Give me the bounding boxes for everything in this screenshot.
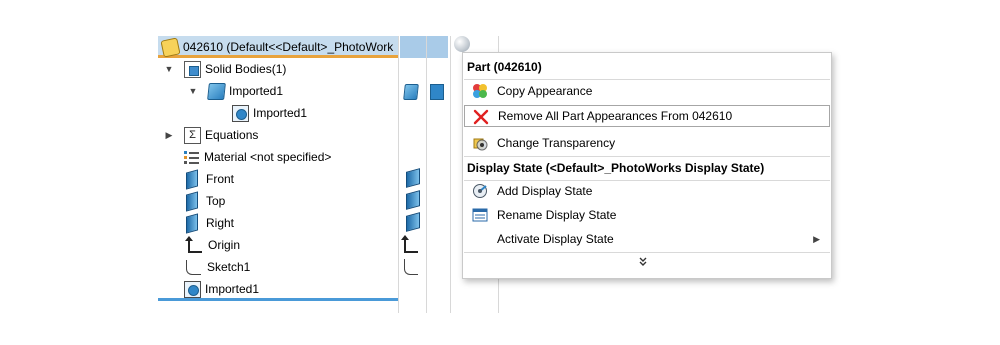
expand-chevron-icon[interactable]: ▼ [164,64,174,74]
body-appearance-icon[interactable] [403,84,419,100]
imported-body-icon [232,104,249,122]
menu-section-header-display-state: Display State (<Default>_PhotoWorks Disp… [467,161,765,175]
plane-icon [186,212,198,234]
menu-item-label: Remove All Part Appearances From 042610 [498,109,733,123]
menu-item-label: Copy Appearance [497,84,593,98]
column-divider [450,36,451,313]
plane-visibility-icon[interactable] [406,190,420,210]
tree-item-sketch1[interactable]: Sketch1 [186,256,250,278]
appearance-sphere-icon[interactable] [454,36,470,52]
imported-feature-icon [184,280,201,298]
origin-icon [185,235,202,253]
column-divider [426,36,427,313]
tree-item-right-plane[interactable]: Right [186,212,234,234]
tree-item-imported-feature[interactable]: Imported1 [184,278,259,300]
tree-item-label: Imported1 [229,84,284,98]
tree-item-label: Top [206,194,226,208]
menu-item-label: Activate Display State [497,232,614,246]
material-icon [184,149,200,165]
tree-item-label: Front [206,172,235,186]
tree-item-solid-bodies[interactable]: Solid Bodies(1) [184,58,286,80]
rename-display-state-icon [472,207,488,223]
transparency-icon [472,135,488,151]
plane-icon [186,190,198,212]
tree-item-front-plane[interactable]: Front [186,168,234,190]
context-menu: Part (042610) Copy Appearance Remove All… [462,52,832,279]
menu-item-remove-all-appearances[interactable]: Remove All Part Appearances From 042610 [464,105,830,127]
tree-item-origin[interactable]: Origin [185,234,241,256]
add-display-state-icon [472,183,488,199]
expand-more-icon[interactable] [638,257,648,270]
tree-item-imported-child[interactable]: Imported1 [232,102,307,124]
tree-item-equations[interactable]: Σ Equations [184,124,258,146]
expand-chevron-icon[interactable]: ▼ [188,86,198,96]
menu-item-label: Change Transparency [497,136,616,150]
plane-visibility-icon[interactable] [406,168,420,188]
tree-root-strip-cell [400,36,448,58]
menu-item-copy-appearance[interactable]: Copy Appearance [464,80,830,102]
column-divider [398,36,399,313]
part-icon [160,36,181,58]
menu-section-header-part: Part (042610) [467,60,542,74]
sketch-icon [186,259,201,275]
plane-visibility-icon[interactable] [406,212,420,232]
copy-appearance-icon [472,83,488,99]
expand-chevron-icon[interactable]: ▶ [164,130,174,140]
plane-icon [186,168,198,190]
remove-x-icon [473,109,489,125]
menu-item-label: Add Display State [497,184,593,198]
tree-bottom-divider [158,298,398,301]
menu-item-change-transparency[interactable]: Change Transparency [464,132,830,154]
menu-item-label: Rename Display State [497,208,617,222]
origin-visibility-icon[interactable] [401,235,418,253]
tree-item-label: Right [206,216,235,230]
display-mode-icon[interactable] [430,84,444,100]
tree-item-label: Imported1 [205,282,260,296]
tree-item-top-plane[interactable]: Top [186,190,225,212]
tree-root-label: 042610 (Default<<Default>_PhotoWork [183,40,394,54]
tree-root-item[interactable]: 042610 (Default<<Default>_PhotoWork [160,36,394,58]
tree-item-label: Solid Bodies(1) [205,62,287,76]
tree-item-label: Equations [205,128,259,142]
menu-item-rename-display-state[interactable]: Rename Display State [464,204,830,226]
tree-item-material[interactable]: Material <not specified> [184,146,331,168]
tree-item-label: Sketch1 [207,260,251,274]
submenu-arrow-icon: ▶ [813,233,820,244]
menu-separator [464,252,830,253]
solid-bodies-folder-icon [184,60,201,78]
tree-item-label: Material <not specified> [204,150,332,164]
equations-sigma-icon: Σ [184,126,201,144]
menu-item-add-display-state[interactable]: Add Display State [464,180,830,202]
tree-item-label: Origin [208,238,241,252]
feature-tree-panel: 042610 (Default<<Default>_PhotoWork ▼ So… [158,36,499,313]
tree-item-imported-body[interactable]: Imported1 [207,80,284,102]
tree-item-label: Imported1 [253,106,308,120]
menu-item-activate-display-state[interactable]: Activate Display State ▶ [464,228,830,250]
sketch-visibility-icon[interactable] [404,259,418,275]
body-cube-icon [207,82,226,100]
